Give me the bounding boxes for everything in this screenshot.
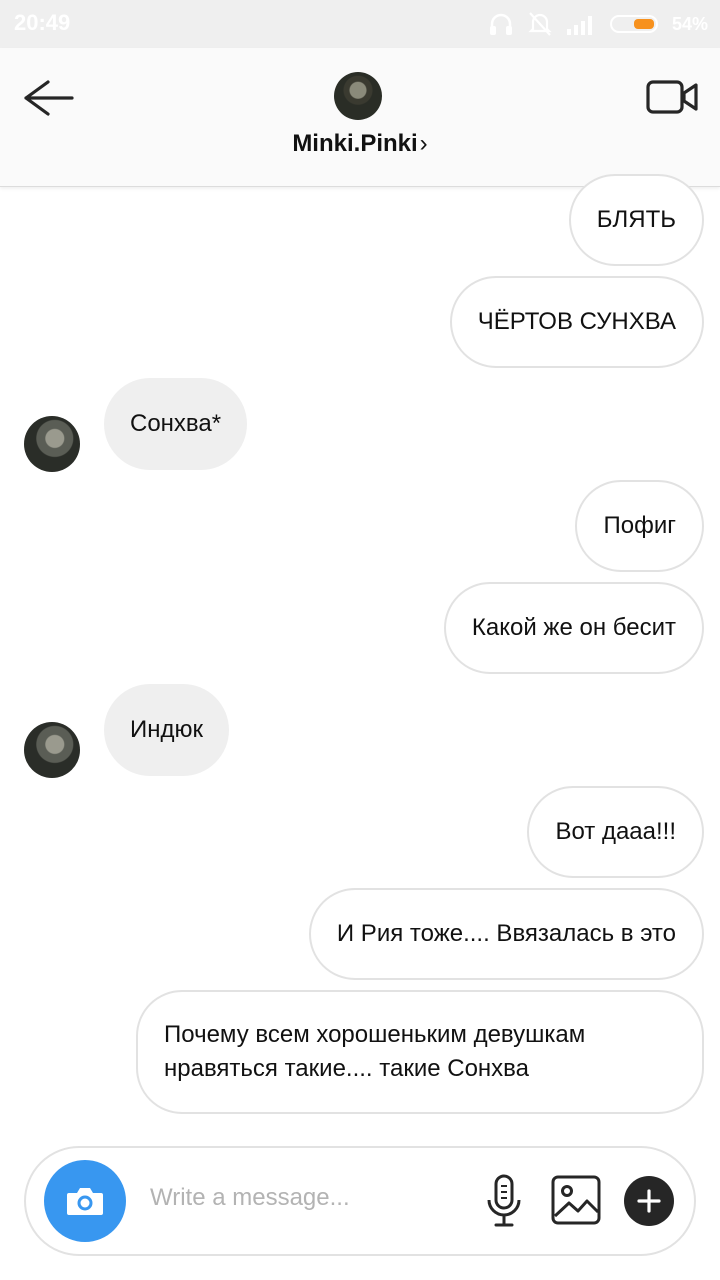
chevron-right-icon: ›: [419, 130, 428, 157]
contact-username: Minki.Pinki: [292, 130, 418, 157]
message-bubble-outgoing: Вот дааа!!!: [527, 786, 704, 878]
status-bar: 20:49 54%: [0, 0, 720, 48]
sender-avatar[interactable]: [24, 416, 80, 472]
message-text: ЧЁРТОВ СУНХВА: [477, 308, 676, 335]
message-bubble-outgoing: Почему всем хорошеньким девушкам нравять…: [136, 990, 704, 1114]
message-text: Почему всем хорошеньким девушкам нравять…: [164, 1021, 586, 1082]
plus-icon: [637, 1189, 661, 1213]
back-arrow-icon[interactable]: [20, 76, 76, 120]
camera-button[interactable]: [44, 1160, 126, 1242]
more-options-button[interactable]: [624, 1176, 674, 1226]
message-composer: Write a message...: [24, 1146, 696, 1256]
message-text: Пофиг: [603, 512, 676, 539]
message-input[interactable]: Write a message...: [150, 1184, 350, 1212]
headphones-icon: [489, 13, 512, 35]
message-bubble-outgoing: Какой же он бесит: [443, 582, 704, 674]
video-call-icon[interactable]: [644, 74, 700, 120]
message-text: Сонхва*: [130, 410, 222, 437]
mute-bell-icon: [528, 12, 552, 36]
battery-fill: [633, 19, 654, 29]
message-bubble-outgoing: И Рия тоже.... Ввязалась в это: [308, 888, 704, 980]
status-icons: 54%: [488, 8, 708, 40]
gallery-icon[interactable]: [550, 1174, 602, 1226]
message-text: И Рия тоже.... Ввязалась в это: [336, 920, 676, 947]
contact-name-link[interactable]: Minki.Pinki›: [0, 130, 720, 158]
message-text: БЛЯТЬ: [596, 206, 676, 233]
message-bubble-incoming: Сонхва*: [104, 378, 248, 470]
message-text: Какой же он бесит: [471, 614, 676, 641]
message-bubble-outgoing: Пофиг: [575, 480, 704, 572]
message-bubble-outgoing: ЧЁРТОВ СУНХВА: [449, 276, 704, 368]
sender-avatar[interactable]: [24, 722, 80, 778]
battery-icon: [609, 15, 658, 33]
message-bubble-outgoing: БЛЯТЬ: [568, 174, 704, 266]
battery-percent: 54%: [671, 13, 708, 34]
message-text: Вот дааа!!!: [555, 818, 676, 845]
camera-icon: [67, 1188, 103, 1215]
conversation-header: Minki.Pinki›: [0, 48, 720, 187]
contact-avatar[interactable]: [334, 72, 382, 120]
message-text: Индюк: [130, 716, 204, 743]
status-time: 20:49: [14, 10, 71, 35]
microphone-icon[interactable]: [484, 1174, 524, 1230]
signal-icon: [566, 16, 592, 35]
message-bubble-incoming: Индюк: [104, 684, 230, 776]
